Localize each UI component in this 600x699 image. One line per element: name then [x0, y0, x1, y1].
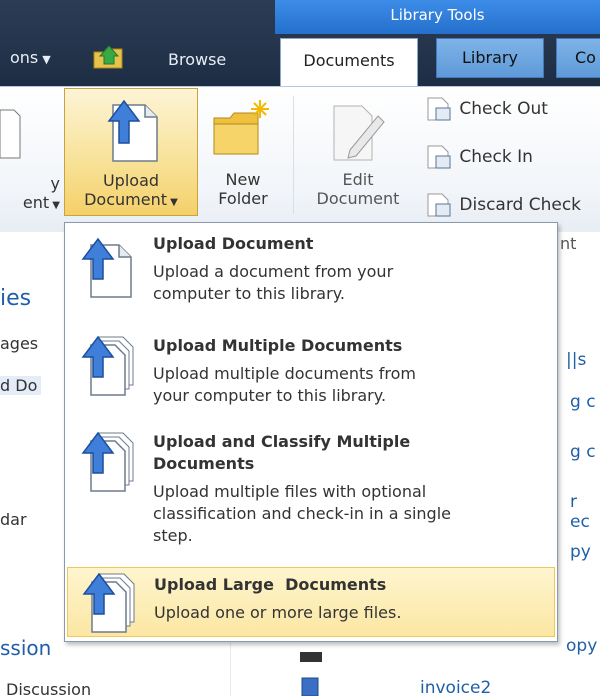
menu-item-upload-multiple-documents[interactable]: Upload Multiple Documents Upload multipl…: [67, 333, 555, 425]
navigate-up-icon[interactable]: [92, 42, 126, 70]
new-document-label-1: y: [50, 174, 60, 193]
nav-heading-discussions[interactable]: ssion: [0, 636, 51, 660]
menu-item-description: step.: [153, 526, 193, 545]
document-icon: [300, 652, 322, 662]
upload-multiple-icon: [81, 335, 134, 396]
menu-item-upload-and-classify[interactable]: Upload and Classify Multiple Documents U…: [67, 429, 555, 563]
nav-item-discussion[interactable]: Discussion: [6, 680, 91, 699]
menu-item-description: Upload multiple files with optional: [153, 482, 427, 501]
tab-library[interactable]: Library: [436, 38, 544, 78]
list-item[interactable]: r ec: [570, 492, 600, 532]
upload-document-button[interactable]: Upload Document ▼: [64, 88, 198, 216]
list-item[interactable]: opy: [566, 636, 597, 656]
upload-document-icon: [81, 237, 132, 298]
discard-checkout-icon: [427, 193, 451, 217]
library-tools-label: Library Tools: [390, 6, 485, 24]
menu-item-title: Upload Multiple Documents: [153, 336, 403, 355]
check-in-label: Check In: [459, 147, 533, 167]
list-item-invoice[interactable]: invoice2: [420, 678, 491, 698]
edit-document-label-2: Document: [316, 189, 400, 208]
menu-item-description: your computer to this library.: [153, 386, 387, 405]
nav-heading-libraries[interactable]: ies: [0, 286, 31, 311]
menu-item-title: Documents: [153, 454, 255, 473]
nav-item-shared-documents[interactable]: d Do: [0, 376, 42, 395]
menu-item-upload-large-documents[interactable]: Upload Large Documents Upload one or mor…: [67, 567, 555, 637]
edit-document-icon: [333, 105, 385, 161]
new-folder-label-1: New: [225, 170, 261, 189]
menu-item-upload-document[interactable]: Upload Document Upload a document from y…: [67, 231, 555, 329]
tab-documents[interactable]: Documents: [280, 38, 418, 86]
list-item[interactable]: g c: [570, 442, 596, 462]
list-item[interactable]: g c: [570, 392, 596, 412]
upload-multiple-icon: [82, 572, 135, 633]
edit-document-button[interactable]: Edit Document: [302, 92, 414, 212]
menu-item-description: Upload a document from your: [153, 262, 394, 281]
nav-item-pages[interactable]: ages: [0, 334, 38, 353]
nav-item-calendar[interactable]: dar: [0, 510, 27, 529]
menu-item-description: computer to this library.: [153, 284, 345, 303]
menu-item-title: Upload Large Documents: [154, 575, 387, 594]
menu-item-description: Upload one or more large files.: [154, 603, 402, 622]
list-item[interactable]: py: [570, 542, 591, 562]
new-folder-button[interactable]: New Folder: [204, 92, 282, 212]
tab-site-actions[interactable]: ons ▼: [10, 48, 51, 67]
list-item[interactable]: ||s: [566, 350, 586, 370]
upload-document-menu: Upload Document Upload a document from y…: [64, 222, 558, 642]
menu-item-description: classification and check-in in a single: [153, 504, 451, 523]
check-out-icon: [427, 97, 451, 121]
menu-item-description: Upload multiple documents from: [153, 364, 416, 383]
document-icon: [301, 677, 319, 696]
new-document-label-2: ent: [22, 193, 50, 212]
ribbon-group-divider: [293, 96, 294, 214]
edit-document-label-1: Edit: [342, 170, 374, 189]
upload-label-1: Upload: [102, 171, 160, 190]
ribbon-group-label: nt: [560, 234, 577, 253]
chevron-down-icon: ▼: [49, 200, 60, 211]
tab-site-actions-label: ons: [10, 48, 39, 67]
discard-checkout-button[interactable]: Discard Check: [426, 192, 581, 218]
upload-label-2: Document: [84, 190, 167, 209]
chevron-down-icon: ▼: [42, 53, 51, 66]
upload-multiple-icon: [81, 431, 134, 492]
check-out-label: Check Out: [459, 99, 548, 119]
new-document-icon: [0, 109, 21, 159]
check-out-button[interactable]: Check Out: [426, 96, 548, 122]
tab-connect[interactable]: Co: [556, 38, 600, 78]
check-in-icon: [427, 145, 451, 169]
check-in-button[interactable]: Check In: [426, 144, 533, 170]
discard-checkout-label: Discard Check: [459, 195, 582, 215]
upload-document-icon: [107, 99, 158, 162]
menu-item-title: Upload Document: [153, 234, 314, 253]
tab-browse[interactable]: Browse: [168, 50, 226, 69]
menu-item-title: Upload and Classify Multiple: [153, 432, 411, 451]
new-document-button[interactable]: y ent ▼: [0, 96, 60, 214]
new-folder-label-2: Folder: [218, 189, 268, 208]
new-folder-icon: [213, 100, 269, 155]
chevron-down-icon: ▼: [167, 197, 178, 208]
